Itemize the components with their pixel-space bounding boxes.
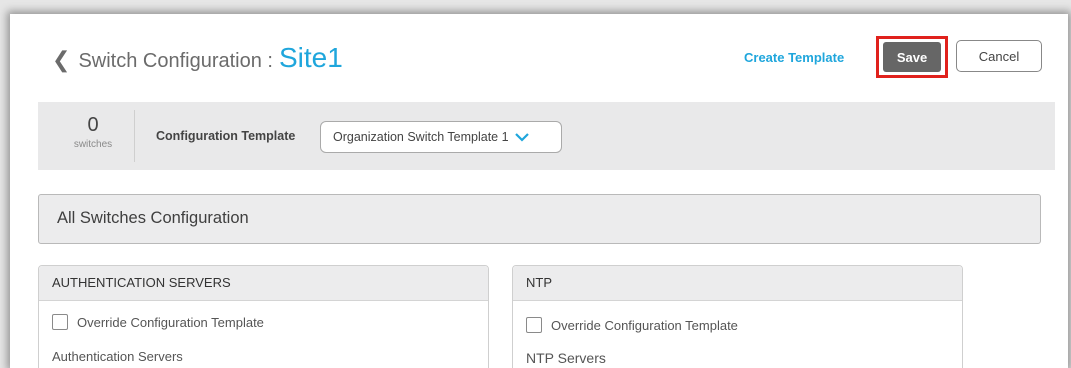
switch-count-label: switches <box>73 139 113 150</box>
site-name: Site1 <box>278 42 343 73</box>
save-button[interactable]: Save <box>883 42 941 72</box>
app-window: ❮ Switch Configuration : Site1 Create Te… <box>10 14 1068 368</box>
page-header: ❮ Switch Configuration : Site1 Create Te… <box>10 14 1068 98</box>
all-switches-section[interactable]: All Switches Configuration <box>38 194 1041 244</box>
chevron-left-icon[interactable]: ❮ <box>52 49 70 71</box>
back-link[interactable]: ❮ Switch Configuration : Site1 <box>52 42 343 74</box>
panel-title: AUTHENTICATION SERVERS <box>39 266 488 301</box>
section-title: All Switches Configuration <box>57 209 249 227</box>
override-checkbox[interactable] <box>52 314 68 330</box>
save-highlight: Save <box>876 36 948 78</box>
config-template-dropdown[interactable]: Organization Switch Template 1 <box>320 121 562 153</box>
panel-title: NTP <box>513 266 962 301</box>
override-label: Override Configuration Template <box>77 314 264 330</box>
page-title: Switch Configuration : <box>78 50 273 72</box>
template-toolbar: 0 switches Configuration Template Organi… <box>38 102 1055 170</box>
config-template-value: Organization Switch Template 1 <box>333 130 509 144</box>
ntp-override-row[interactable]: Override Configuration Template <box>526 317 738 333</box>
cancel-button[interactable]: Cancel <box>956 40 1042 72</box>
create-template-link[interactable]: Create Template <box>744 50 844 65</box>
switch-count-value: 0 <box>87 114 99 136</box>
ntp-panel: NTP Override Configuration Template NTP … <box>512 265 963 368</box>
chevron-down-icon[interactable] <box>514 132 529 142</box>
override-label: Override Configuration Template <box>551 317 738 333</box>
switch-count: 0 switches <box>52 110 135 162</box>
ntp-servers-label: NTP Servers <box>526 350 606 366</box>
override-checkbox[interactable] <box>526 317 542 333</box>
auth-override-row[interactable]: Override Configuration Template <box>52 314 264 330</box>
authentication-servers-label: Authentication Servers <box>52 349 183 364</box>
authentication-servers-panel: AUTHENTICATION SERVERS Override Configur… <box>38 265 489 368</box>
config-template-label: Configuration Template <box>156 129 296 143</box>
